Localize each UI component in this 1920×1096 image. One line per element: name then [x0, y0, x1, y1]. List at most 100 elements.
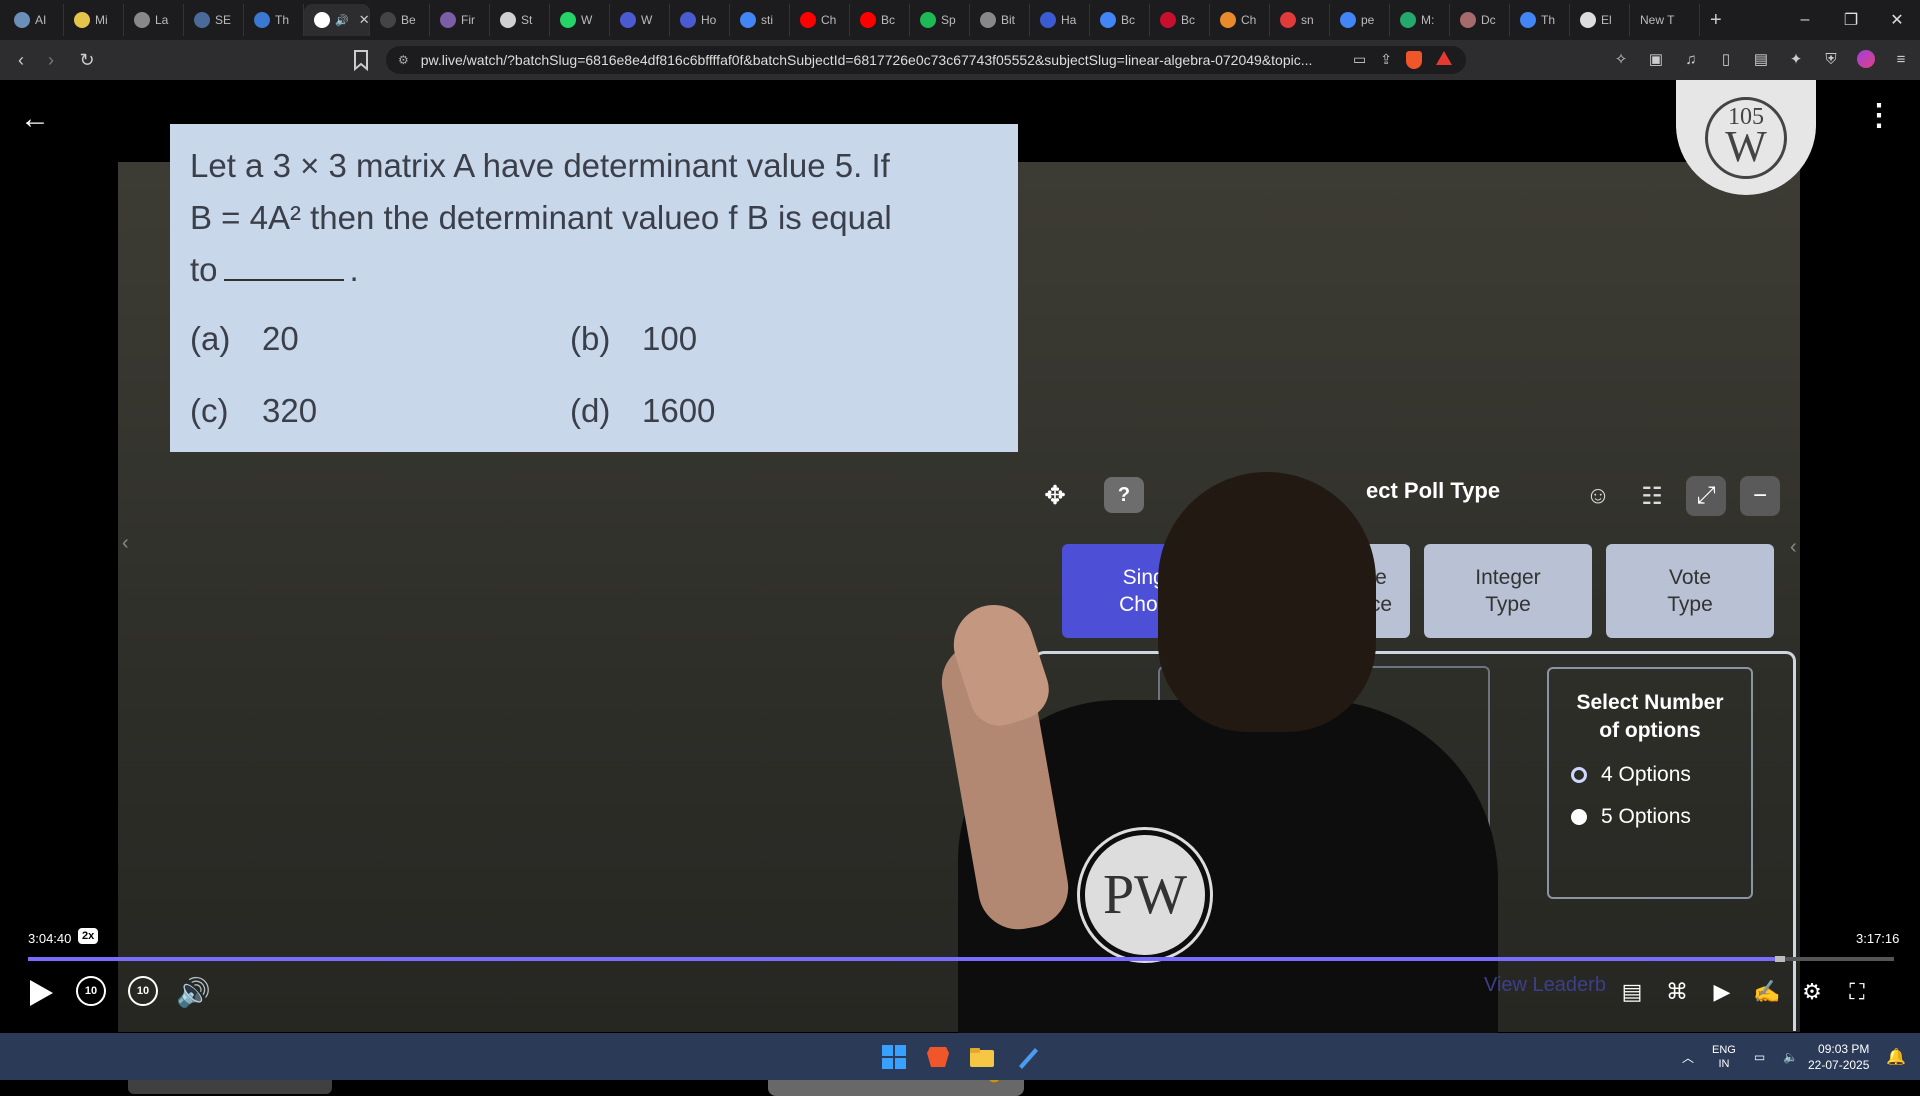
tab[interactable]: Bc	[1150, 4, 1210, 36]
option-count-5[interactable]: 5 Options	[1565, 805, 1735, 829]
tab[interactable]: Th	[244, 4, 304, 36]
chat-icon[interactable]: ☷	[1632, 476, 1672, 516]
tab[interactable]: Bit	[970, 4, 1030, 36]
tab[interactable]: Bc	[850, 4, 910, 36]
network-icon[interactable]: ▭	[1754, 1050, 1765, 1064]
emoji-feedback-icon[interactable]: ☺	[1578, 476, 1618, 516]
tab-favicon-icon	[800, 12, 816, 28]
view-leaderboard-link[interactable]: View Leaderb	[1484, 974, 1606, 997]
minimize-panel-icon[interactable]: −	[1740, 476, 1780, 516]
vpn-icon[interactable]: ⛨	[1822, 50, 1840, 68]
tab[interactable]: Ch	[1210, 4, 1270, 36]
tab[interactable]: Ha	[1030, 4, 1090, 36]
tab[interactable]: Mi	[64, 4, 124, 36]
restore-icon[interactable]: ❐	[1828, 0, 1874, 40]
answer-blank	[223, 279, 344, 281]
volume-button[interactable]: 🔊	[176, 976, 211, 1009]
playback-speed-badge[interactable]: 2x	[78, 928, 99, 944]
radio-icon[interactable]	[1571, 767, 1587, 783]
wallet-icon[interactable]: ▤	[1752, 50, 1770, 68]
url-bar[interactable]: ⚙ pw.live/watch/?batchSlug=6816e8e4df816…	[386, 46, 1466, 74]
settings-icon[interactable]: ⚙	[1798, 978, 1826, 1006]
video-player[interactable]: ← ⋮ Let a 3 × 3 matrix A have determinan…	[0, 80, 1920, 1096]
brave-rewards-icon[interactable]	[1436, 51, 1452, 65]
option-count-4[interactable]: 4 Options	[1565, 763, 1735, 787]
tab-new[interactable]: New T	[1630, 4, 1700, 36]
play-button[interactable]	[26, 976, 56, 1010]
back-arrow-icon[interactable]: ←	[20, 102, 50, 136]
tab[interactable]: Ho	[670, 4, 730, 36]
question-line-3: to.	[190, 251, 359, 288]
tab[interactable]: El	[1570, 4, 1630, 36]
tab-active[interactable]: 🔊 ✕	[304, 4, 370, 36]
share-icon[interactable]: ⇪	[1380, 51, 1392, 69]
file-explorer-icon[interactable]	[968, 1043, 996, 1071]
progress-knob[interactable]	[1775, 956, 1785, 962]
new-tab-icon[interactable]: +	[1710, 9, 1722, 32]
chat-bubble-icon[interactable]: ▤	[1618, 978, 1646, 1006]
forward-icon[interactable]: ›	[36, 50, 66, 71]
tab[interactable]: Bc	[1090, 4, 1150, 36]
tab[interactable]: pe	[1330, 4, 1390, 36]
brave-browser-icon[interactable]	[924, 1043, 952, 1071]
tab[interactable]: W	[610, 4, 670, 36]
notification-icon[interactable]: 🔔	[1886, 1047, 1906, 1067]
expand-icon[interactable]: ⤢	[1686, 476, 1726, 516]
tab[interactable]: Fir	[430, 4, 490, 36]
poll-type-vote[interactable]: Vote Type	[1606, 544, 1774, 638]
tab[interactable]: W	[550, 4, 610, 36]
left-collapse-icon[interactable]: ‹	[122, 532, 129, 555]
reload-icon[interactable]: ↻	[72, 50, 102, 71]
tab[interactable]: M:	[1390, 4, 1450, 36]
sidebar-icon[interactable]: ▯	[1717, 50, 1735, 68]
close-window-icon[interactable]: ✕	[1874, 0, 1920, 40]
notes-icon[interactable]: ✍	[1753, 978, 1781, 1006]
extensions-icon[interactable]: ✧	[1612, 50, 1630, 68]
tab[interactable]: Dc	[1450, 4, 1510, 36]
tab-audio-icon[interactable]: 🔊	[335, 14, 349, 27]
back-icon[interactable]: ‹	[6, 50, 36, 71]
screenshot-icon[interactable]: ▣	[1647, 50, 1665, 68]
tab[interactable]: Sp	[910, 4, 970, 36]
poll-type-integer[interactable]: Integer Type	[1424, 544, 1592, 638]
right-collapse-icon[interactable]: ‹	[1790, 536, 1797, 559]
minimize-icon[interactable]: –	[1782, 0, 1828, 40]
tab[interactable]: St	[490, 4, 550, 36]
media-icon[interactable]: ♫	[1682, 50, 1700, 68]
tab[interactable]: Be	[370, 4, 430, 36]
picture-in-picture-icon[interactable]: ▶	[1708, 978, 1736, 1006]
tab[interactable]: Ch	[790, 4, 850, 36]
leo-ai-icon[interactable]: ✦	[1787, 50, 1805, 68]
move-icon[interactable]: ✥	[1036, 476, 1074, 514]
windows-start-icon[interactable]	[882, 1045, 906, 1069]
more-options-icon[interactable]: ⋮	[1864, 98, 1894, 133]
pen-app-icon[interactable]	[1014, 1043, 1042, 1071]
tab-close-icon[interactable]: ✕	[359, 12, 369, 28]
tab[interactable]: sn	[1270, 4, 1330, 36]
rewind-10-button[interactable]: 10	[76, 976, 106, 1006]
menu-icon[interactable]: ≡	[1892, 50, 1910, 68]
tab-favicon-icon	[1220, 12, 1236, 28]
tab[interactable]: AI	[4, 4, 64, 36]
progress-bar[interactable]	[28, 956, 1894, 962]
tab[interactable]: Th	[1510, 4, 1570, 36]
brave-shield-icon[interactable]	[1406, 51, 1422, 69]
fullscreen-icon[interactable]: ⛶	[1843, 978, 1871, 1006]
language-indicator[interactable]: ENG IN	[1712, 1043, 1736, 1071]
tab-label: Ch	[821, 13, 837, 27]
speaker-icon[interactable]: 🔈	[1783, 1050, 1798, 1064]
bookmark-icon[interactable]	[352, 49, 370, 71]
tab[interactable]: sti	[730, 4, 790, 36]
site-settings-icon[interactable]: ⚙	[398, 53, 409, 67]
translate-icon[interactable]: ⌘	[1663, 978, 1691, 1006]
tab[interactable]: SE	[184, 4, 244, 36]
tray-chevron-icon[interactable]: ︿	[1682, 1049, 1694, 1066]
tab-label: Ho	[701, 13, 717, 27]
cast-icon[interactable]: ▭	[1353, 51, 1366, 69]
radio-selected-icon[interactable]	[1571, 809, 1587, 825]
profile-icon[interactable]	[1857, 50, 1875, 68]
tab[interactable]: La	[124, 4, 184, 36]
forward-10-button[interactable]: 10	[128, 976, 158, 1006]
help-button[interactable]: ?	[1104, 477, 1144, 513]
clock[interactable]: 09:03 PM 22-07-2025	[1808, 1041, 1869, 1073]
